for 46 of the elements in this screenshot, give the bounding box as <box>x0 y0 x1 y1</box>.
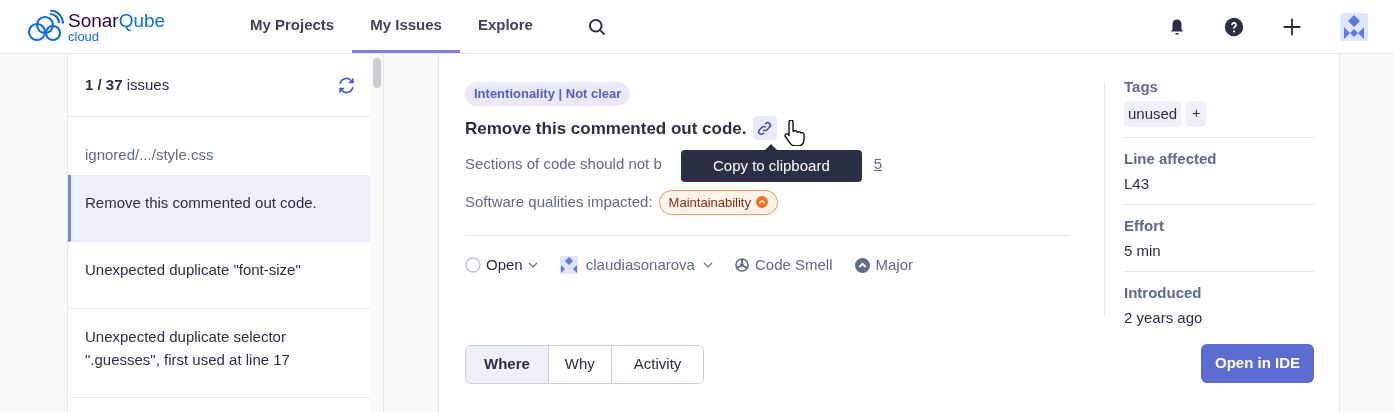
search-icon[interactable] <box>586 16 607 37</box>
assignee-dropdown[interactable]: claudiasonarova <box>559 254 713 277</box>
clean-code-attribute: Intentionality | Not clear <box>465 82 631 106</box>
status-circle-icon <box>465 257 481 274</box>
bell-icon[interactable] <box>1168 17 1186 36</box>
link-icon <box>757 120 772 136</box>
file-path: ignored/.../style.css <box>84 145 215 165</box>
nav-tab[interactable]: Explore <box>459 0 551 53</box>
status-dropdown[interactable]: Open <box>465 254 538 277</box>
code-smell-icon <box>734 258 749 273</box>
issue-severity: Major <box>854 254 913 277</box>
field-value: 2 years ago <box>1124 307 1204 328</box>
rule-description: Sections of code should not b <box>465 154 662 174</box>
brand-subtitle: cloud <box>68 29 101 43</box>
open-in-ide-button[interactable]: Open in IDE <box>1201 344 1314 383</box>
tag-chip[interactable]: unused <box>1124 100 1182 127</box>
plus-icon[interactable] <box>1282 16 1302 37</box>
cloud-logo-icon <box>26 9 64 44</box>
issue-type: Code Smell <box>734 254 833 277</box>
detail-tab[interactable]: Activity <box>610 345 704 383</box>
refresh-icon[interactable] <box>337 75 356 95</box>
issue-list-item[interactable]: Remove this commented out code. <box>68 174 370 242</box>
nav-tab[interactable]: My Projects <box>232 0 353 53</box>
scrollbar-thumb[interactable] <box>372 58 381 88</box>
add-tag-button[interactable]: + <box>1186 100 1207 127</box>
field-label: Line affected <box>1124 149 1218 169</box>
quality-badge[interactable]: Maintainability <box>658 189 778 215</box>
field-label: Effort <box>1124 216 1165 236</box>
issue-title: Remove this commented out code. <box>465 117 747 140</box>
qualities-label: Software qualities impacted: <box>465 192 653 212</box>
rule-link[interactable]: 5 <box>873 153 883 176</box>
severity-icon <box>756 196 768 209</box>
help-icon[interactable] <box>1224 16 1244 37</box>
pointer-cursor-icon <box>783 119 805 146</box>
brand-name: SonarQube <box>68 10 166 30</box>
detail-tab[interactable]: Where <box>466 345 548 383</box>
issue-count: 1 / 37 issues <box>85 74 170 95</box>
severity-icon <box>854 257 870 273</box>
field-label: Tags <box>1124 77 1159 97</box>
field-value: L43 <box>1124 173 1151 194</box>
field-label: Introduced <box>1124 283 1203 303</box>
tooltip: Copy to clipboard <box>681 143 862 182</box>
user-avatar <box>559 256 578 275</box>
user-avatar[interactable] <box>1340 12 1368 41</box>
copy-link-button[interactable] <box>752 116 777 141</box>
field-value: 5 min <box>1124 240 1162 261</box>
